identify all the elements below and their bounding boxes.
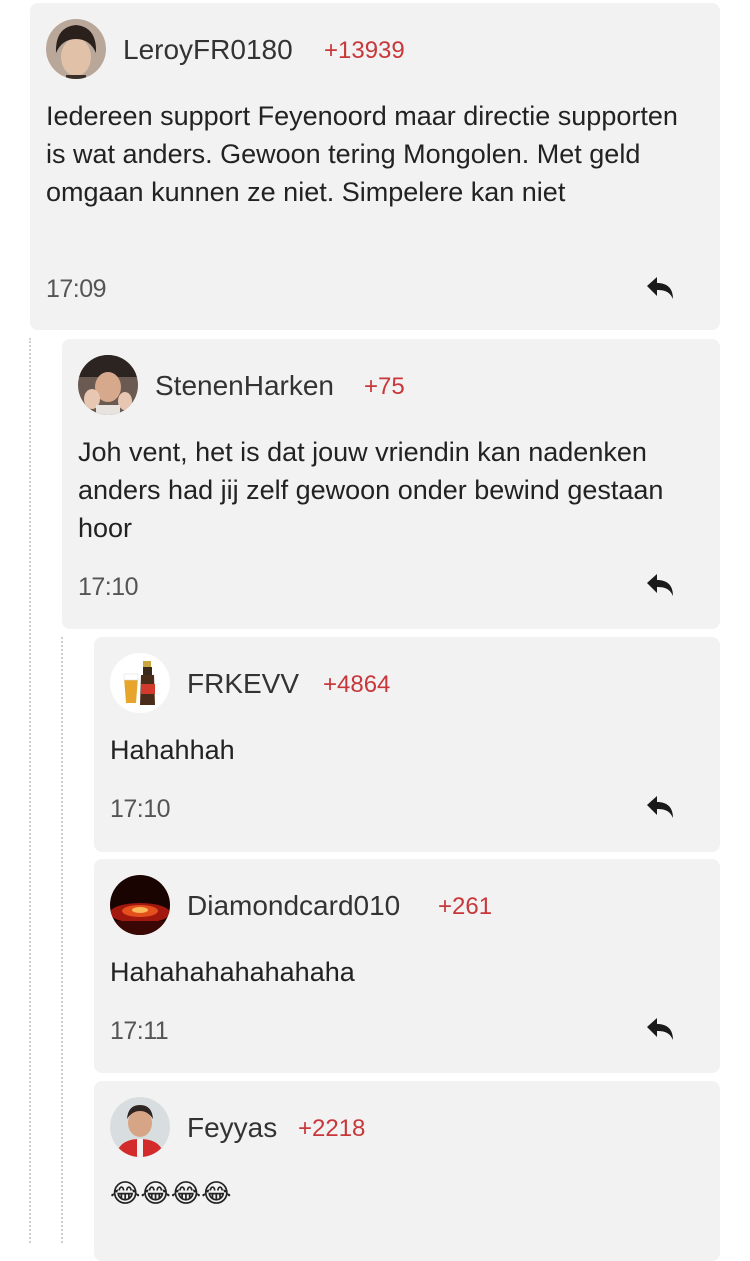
score-badge: +261 <box>438 893 493 920</box>
timestamp: 17:09 <box>46 275 107 303</box>
comment-card: StenenHarken +75 Joh vent, het is dat jo… <box>62 339 720 629</box>
reply-arrow-icon[interactable] <box>644 275 676 303</box>
username[interactable]: LeroyFR0180 <box>123 33 293 67</box>
avatar[interactable] <box>110 875 170 935</box>
username[interactable]: Feyyas <box>187 1111 277 1145</box>
comment-text: Hahahhah <box>110 735 235 765</box>
comment-text: 😂😂😂😂 <box>110 1179 232 1209</box>
thread-line-level-1 <box>29 338 31 1243</box>
timestamp: 17:10 <box>110 795 171 823</box>
reply-arrow-icon[interactable] <box>644 794 676 822</box>
score-badge: +75 <box>364 373 405 400</box>
score-badge: +2218 <box>298 1115 366 1142</box>
comment-card: FRKEVV +4864 Hahahhah 17:10 <box>94 637 720 852</box>
reply-arrow-icon[interactable] <box>644 572 676 600</box>
comment-card: LeroyFR0180 +13939 Iedereen support Feye… <box>30 3 720 330</box>
timestamp: 17:11 <box>110 1017 169 1045</box>
score-badge: +4864 <box>323 671 391 698</box>
avatar[interactable] <box>110 653 170 713</box>
comment-text: Joh vent, het is dat jouw vriendin kan n… <box>78 437 664 543</box>
avatar[interactable] <box>78 355 138 415</box>
comment-card: Diamondcard010 +261 Hahahahahahahaha 17:… <box>94 859 720 1073</box>
username[interactable]: StenenHarken <box>155 369 334 403</box>
reply-arrow-icon[interactable] <box>644 1016 676 1044</box>
username[interactable]: FRKEVV <box>187 667 299 701</box>
thread-line-level-2 <box>61 637 63 1243</box>
avatar[interactable] <box>46 19 106 79</box>
score-badge: +13939 <box>324 37 405 64</box>
timestamp: 17:10 <box>78 573 139 601</box>
comment-card: Feyyas +2218 😂😂😂😂 <box>94 1081 720 1261</box>
username[interactable]: Diamondcard010 <box>187 889 400 923</box>
comment-text: Iedereen support Feyenoord maar directie… <box>46 101 678 207</box>
comment-text: Hahahahahahahaha <box>110 957 355 987</box>
avatar[interactable] <box>110 1097 170 1157</box>
